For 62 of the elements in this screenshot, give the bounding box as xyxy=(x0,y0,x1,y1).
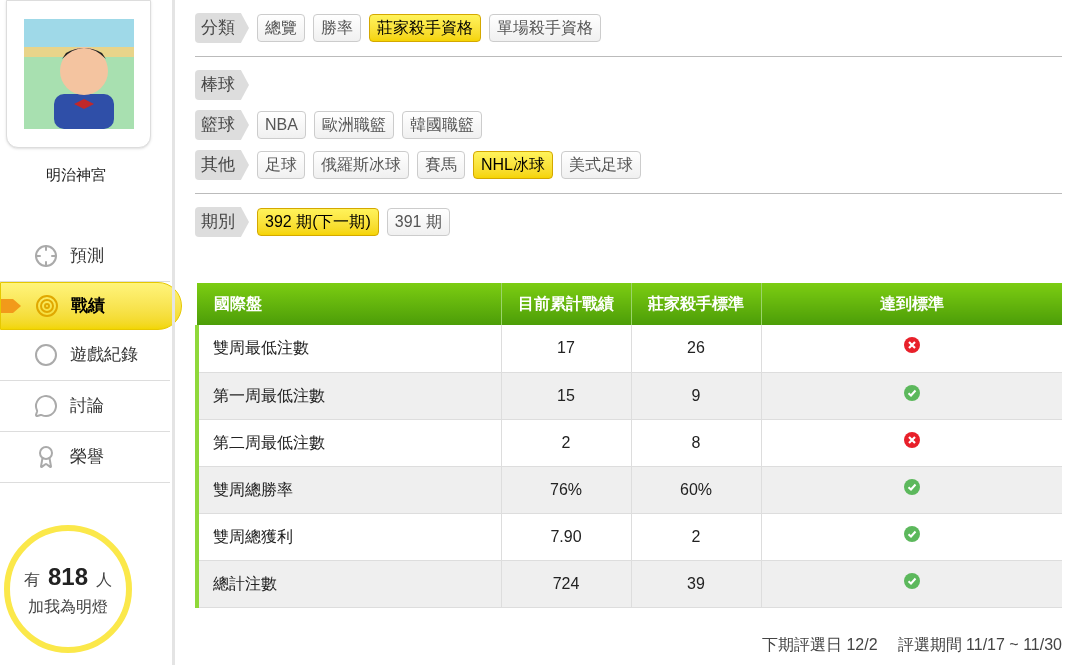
filter-option[interactable]: NBA xyxy=(257,111,306,139)
nav-label: 戰績 xyxy=(71,294,105,317)
table-cell: 39 xyxy=(631,560,761,607)
nav-item[interactable]: 戰績 xyxy=(0,281,182,330)
nav-label: 遊戲紀錄 xyxy=(70,343,138,366)
filter-label: 棒球 xyxy=(195,70,249,100)
filter-label: 籃球 xyxy=(195,110,249,140)
chat-icon xyxy=(34,393,58,418)
filter-option[interactable]: 韓國職籃 xyxy=(401,111,482,139)
filter-label: 其他 xyxy=(195,150,249,180)
filter-option[interactable]: 392 期(下一期) xyxy=(257,208,379,236)
table-cell: 60% xyxy=(631,466,761,513)
table-cell: 第二周最低注數 xyxy=(197,419,501,466)
filter-option[interactable]: 391 期 xyxy=(386,208,450,236)
column-header: 國際盤 xyxy=(197,283,501,325)
target-icon xyxy=(35,293,59,318)
table-cell: 雙周總獲利 xyxy=(197,513,501,560)
table-cell: 雙周最低注數 xyxy=(197,325,501,372)
nav-label: 預測 xyxy=(70,244,104,267)
nav-item[interactable]: 榮譽 xyxy=(0,431,170,483)
table-cell: 第一周最低注數 xyxy=(197,372,501,419)
crosshair-icon xyxy=(34,243,58,268)
filter-option[interactable]: 單場殺手資格 xyxy=(489,14,601,42)
filter-option[interactable]: NHL冰球 xyxy=(473,151,553,179)
filter-option[interactable]: 莊家殺手資格 xyxy=(369,14,481,42)
table-cell: 15 xyxy=(501,372,631,419)
filter-option[interactable]: 足球 xyxy=(257,151,305,179)
table-cell: 26 xyxy=(631,325,761,372)
filter-label: 分類 xyxy=(195,13,249,43)
review-period: 評選期間 11/17 ~ 11/30 xyxy=(897,635,1062,655)
table-cell: 8 xyxy=(631,419,761,466)
table-cell: 雙周總勝率 xyxy=(197,466,501,513)
ring-icon xyxy=(34,342,58,367)
nav-label: 榮譽 xyxy=(70,445,104,468)
nav-label: 討論 xyxy=(70,394,104,417)
table-cell: 2 xyxy=(631,513,761,560)
fans-prefix: 有 xyxy=(23,569,40,590)
nav-item[interactable]: 討論 xyxy=(0,380,170,432)
filter-option[interactable]: 美式足球 xyxy=(561,151,641,179)
filter-option[interactable]: 勝率 xyxy=(313,14,361,42)
table-cell: 總計注數 xyxy=(197,560,501,607)
column-header: 目前累計戰績 xyxy=(501,283,631,325)
table-cell: 724 xyxy=(501,560,631,607)
table-cell: 2 xyxy=(501,419,631,466)
table-cell: 9 xyxy=(631,372,761,419)
fans-suffix: 人 xyxy=(96,569,112,590)
filter-label: 期別 xyxy=(195,207,249,237)
filter-option[interactable]: 總覽 xyxy=(257,14,305,42)
fans-count: 818 xyxy=(47,561,88,592)
user-name: 明治神宮 xyxy=(45,165,107,185)
table-cell: 17 xyxy=(501,325,631,372)
nav-item[interactable]: 遊戲紀錄 xyxy=(0,329,170,381)
nav-item[interactable]: 預測 xyxy=(0,230,170,282)
filter-option[interactable]: 歐洲職籃 xyxy=(313,111,394,139)
next-review-date: 下期評選日 12/2 xyxy=(762,635,878,655)
table-cell: 76% xyxy=(501,466,631,513)
fans-caption: 加我為明燈 xyxy=(28,596,108,617)
filter-option[interactable]: 賽馬 xyxy=(417,151,465,179)
filter-option[interactable]: 俄羅斯冰球 xyxy=(313,151,409,179)
column-header: 莊家殺手標準 xyxy=(631,283,761,325)
table-cell: 7.90 xyxy=(501,513,631,560)
column-header: 達到標準 xyxy=(761,283,1062,325)
